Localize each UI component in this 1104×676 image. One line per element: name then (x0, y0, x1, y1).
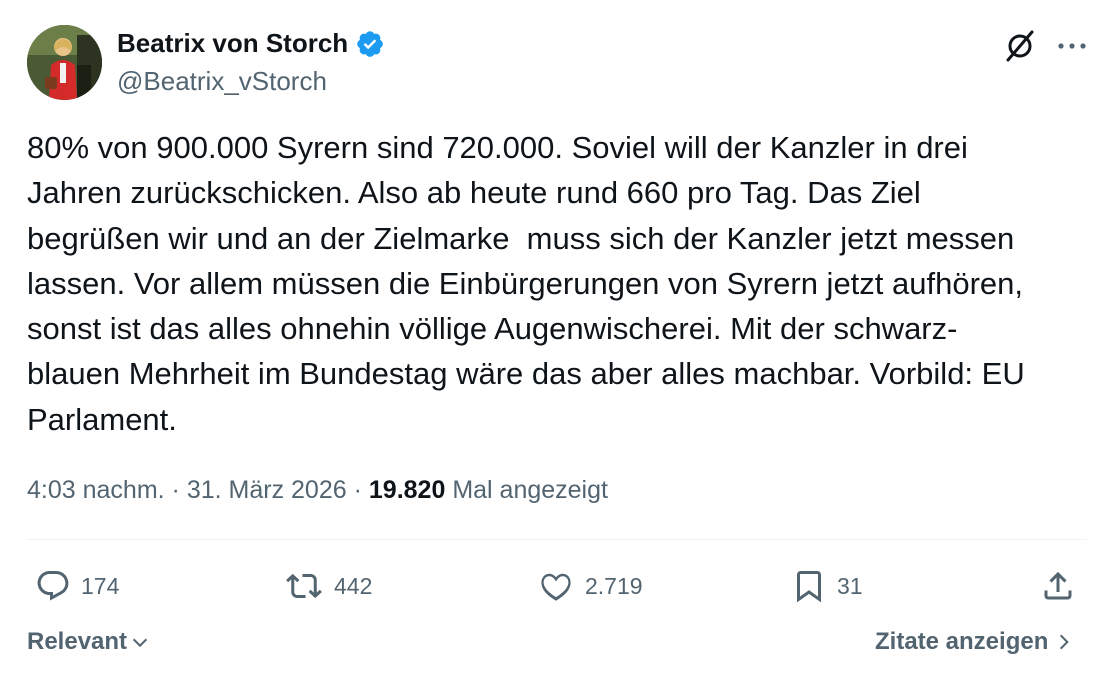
chevron-down-icon (132, 638, 148, 648)
divider (27, 539, 1087, 540)
views-count: 19.820 (368, 476, 446, 504)
tweet-date[interactable]: 31. März 2026 (187, 476, 347, 504)
bookmark-button[interactable]: 31 (791, 564, 863, 608)
author-name[interactable]: Beatrix von Storch (117, 28, 348, 59)
bookmark-icon (797, 571, 821, 603)
bookmark-count: 31 (837, 572, 863, 599)
reply-count: 174 (81, 572, 120, 599)
reply-icon (37, 571, 69, 601)
author-handle[interactable]: @Beatrix_vStorch (117, 66, 327, 97)
like-count: 2.719 (585, 572, 643, 599)
grok-icon (1006, 30, 1034, 62)
views-label: Mal angezeigt (452, 476, 608, 504)
repost-button[interactable]: 442 (284, 564, 372, 608)
like-icon (541, 573, 571, 601)
chevron-right-icon (1060, 634, 1070, 650)
tweet-meta: 4:03 nachm. · 31. März 2026 · 19.820 Mal… (27, 476, 608, 505)
verified-badge-icon (357, 30, 383, 57)
more-options-button[interactable] (1052, 28, 1092, 64)
repost-icon (286, 573, 322, 599)
sort-relevant-dropdown[interactable]: Relevant (27, 628, 151, 656)
more-icon (1058, 43, 1086, 49)
author-name-row[interactable]: Beatrix von Storch (117, 28, 385, 59)
meta-separator: · (353, 476, 362, 504)
avatar[interactable] (27, 25, 102, 100)
sort-label: Relevant (27, 628, 128, 655)
repost-count: 442 (334, 572, 373, 599)
meta-separator: · (171, 476, 180, 504)
like-button[interactable]: 2.719 (537, 564, 643, 608)
reply-button[interactable]: 174 (35, 564, 119, 608)
tweet-text: 80% von 900.000 Syrern sind 720.000. Sov… (27, 130, 1025, 437)
share-icon (1044, 571, 1072, 600)
view-quotes-link[interactable]: Zitate anzeigen (875, 628, 1074, 656)
grok-button[interactable] (1000, 28, 1040, 64)
share-button[interactable] (1040, 564, 1076, 608)
avatar-image (27, 25, 102, 100)
tweet-time[interactable]: 4:03 nachm. (27, 476, 165, 504)
quotes-label: Zitate anzeigen (875, 628, 1049, 655)
